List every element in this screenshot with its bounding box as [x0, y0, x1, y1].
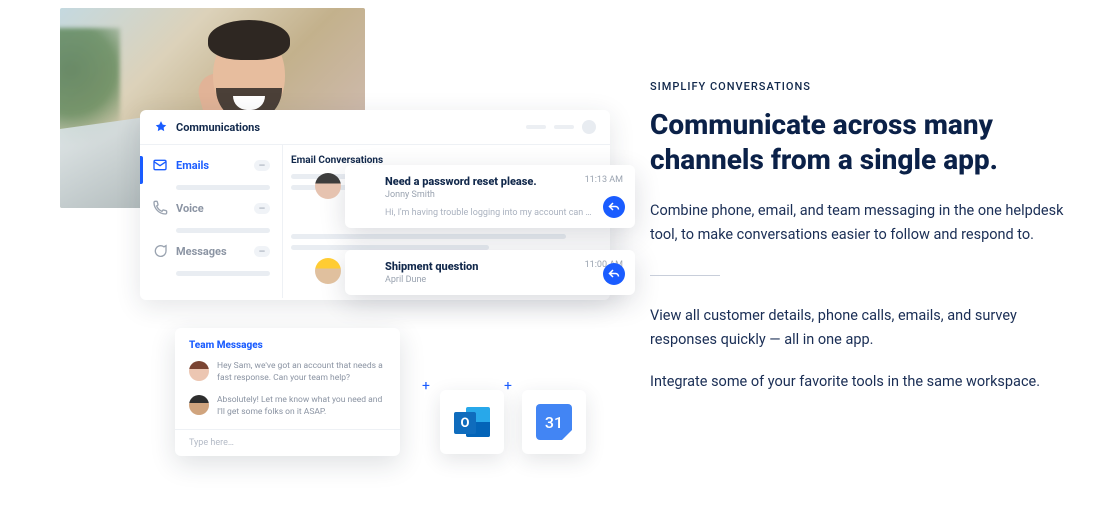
integration-tile-outlook[interactable]: O	[440, 390, 504, 454]
sidebar-item-count: —	[254, 246, 270, 257]
reply-button[interactable]	[603, 263, 625, 285]
envelope-icon	[152, 157, 168, 173]
chat-icon	[152, 243, 168, 259]
team-message-text: Absolutely! Let me know what you need an…	[217, 395, 386, 419]
avatar	[315, 258, 341, 284]
sidebar-item-count: —	[254, 160, 270, 171]
avatar[interactable]	[582, 120, 596, 134]
team-message-input[interactable]: Type here…	[175, 429, 400, 456]
header-skeleton	[526, 125, 546, 129]
email-preview: Hi, I'm having trouble logging into my a…	[385, 208, 623, 218]
sidebar-item-label: Voice	[176, 202, 204, 215]
team-messages-panel: Team Messages Hey Sam, we've got an acco…	[175, 328, 400, 456]
plus-icon: +	[504, 378, 512, 394]
app-header-actions	[526, 120, 596, 134]
sidebar-item-label: Emails	[176, 159, 209, 172]
sidebar-item-count: —	[254, 203, 270, 214]
header-skeleton	[554, 125, 574, 129]
outlook-icon: O	[454, 404, 490, 440]
email-sender: Jonny Smith	[385, 190, 623, 200]
integration-tile-calendar[interactable]: 31	[522, 390, 586, 454]
divider	[650, 275, 720, 276]
app-logo-icon	[154, 120, 168, 134]
team-message-text: Hey Sam, we've got an account that needs…	[217, 361, 386, 385]
paragraph: Combine phone, email, and team messaging…	[650, 199, 1070, 247]
sidebar-item-emails[interactable]: Emails —	[140, 153, 282, 177]
eyebrow-text: SIMPLIFY CONVERSATIONS	[650, 80, 1070, 93]
email-sender: April Dune	[385, 275, 623, 285]
sidebar-item-voice[interactable]: Voice —	[140, 196, 282, 220]
team-messages-title: Team Messages	[189, 340, 386, 351]
phone-icon	[152, 200, 168, 216]
avatar	[315, 173, 341, 199]
avatar	[189, 395, 209, 415]
calendar-icon: 31	[536, 404, 572, 440]
plus-icon: +	[422, 378, 430, 394]
email-conversation-card[interactable]: Shipment question April Dune 11:00 AM	[345, 250, 635, 295]
team-message: Absolutely! Let me know what you need an…	[189, 395, 386, 419]
email-conversation-card[interactable]: Need a password reset please. Jonny Smit…	[345, 165, 635, 228]
reply-button[interactable]	[603, 196, 625, 218]
headline: Communicate across many channels from a …	[650, 107, 1070, 177]
app-header: Communications	[140, 110, 610, 145]
team-message: Hey Sam, we've got an account that needs…	[189, 361, 386, 385]
email-time: 11:13 AM	[585, 175, 623, 185]
sidebar-item-messages[interactable]: Messages —	[140, 239, 282, 263]
sidebar-item-label: Messages	[176, 245, 227, 258]
paragraph: View all customer details, phone calls, …	[650, 304, 1070, 352]
avatar	[189, 361, 209, 381]
app-title: Communications	[176, 121, 260, 134]
paragraph: Integrate some of your favorite tools in…	[650, 370, 1070, 394]
sidebar: Emails — Voice — Messages	[140, 145, 282, 298]
marketing-copy: SIMPLIFY CONVERSATIONS Communicate acros…	[650, 80, 1070, 394]
